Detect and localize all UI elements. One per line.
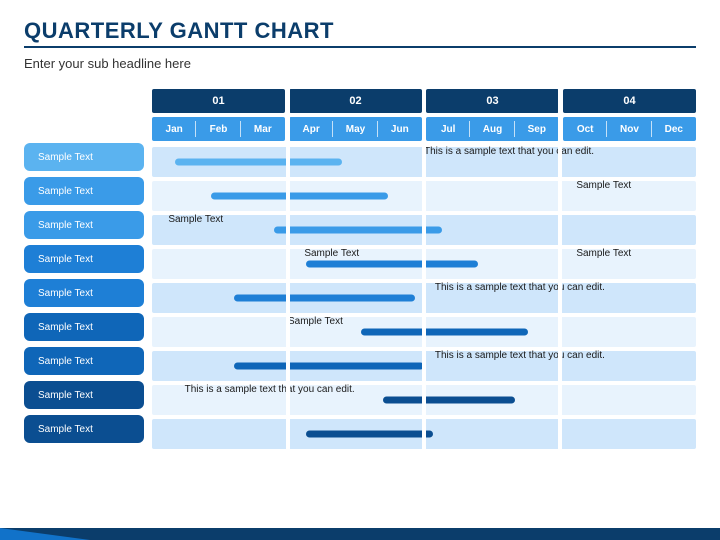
chart-subtitle: Enter your sub headline here: [24, 56, 696, 71]
gantt-annotation: This is a sample text that you can edit.: [424, 146, 594, 157]
gantt-bar: [211, 193, 388, 200]
quarter-header: 02: [289, 89, 422, 113]
gantt-annotation: Sample Text: [288, 316, 343, 327]
gantt-chart: Sample Text Sample Text Sample Text Sample …: [24, 89, 696, 451]
gantt-bar: [234, 363, 424, 370]
gantt-bar: [175, 159, 343, 166]
gantt-annotation: This is a sample text that you can edit.: [435, 282, 605, 293]
gantt-annotation: Sample Text: [168, 214, 223, 225]
month-header: Jan: [152, 117, 196, 141]
quarter-header: 04: [563, 89, 696, 113]
quarter-header: 03: [426, 89, 559, 113]
month-header: Jul: [426, 117, 470, 141]
gantt-annotation: This is a sample text that you can edit.: [435, 350, 605, 361]
month-header: Dec: [652, 117, 696, 141]
month-header: Sep: [515, 117, 559, 141]
gantt-bar: [361, 329, 529, 336]
task-label: Sample Text: [24, 313, 144, 341]
month-header: Aug: [470, 117, 514, 141]
gantt-annotation: Sample Text: [304, 248, 359, 259]
title-underline: [24, 46, 696, 48]
task-label: Sample Text: [24, 177, 144, 205]
gantt-annotation: This is a sample text that you can edit.: [185, 384, 355, 395]
chart-title: QUARTERLY GANTT CHART: [24, 18, 696, 44]
gantt-bar: [234, 295, 415, 302]
month-header: Nov: [607, 117, 651, 141]
gantt-annotation: Sample Text: [576, 180, 631, 191]
gantt-bar: [274, 227, 442, 234]
month-header: Feb: [196, 117, 240, 141]
gantt-bar: [306, 261, 478, 268]
task-label: Sample Text: [24, 381, 144, 409]
task-label: Sample Text: [24, 279, 144, 307]
month-header: Oct: [563, 117, 607, 141]
task-label: Sample Text: [24, 347, 144, 375]
footer-bar: [0, 528, 720, 540]
month-header: Mar: [241, 117, 285, 141]
task-label: Sample Text: [24, 211, 144, 239]
task-label: Sample Text: [24, 415, 144, 443]
gantt-bar: [383, 397, 514, 404]
month-header: Apr: [289, 117, 333, 141]
month-header: Jun: [378, 117, 422, 141]
month-header: May: [333, 117, 377, 141]
gantt-annotation: Sample Text: [576, 248, 631, 259]
footer-accent: [0, 528, 90, 540]
gantt-bar: [306, 431, 433, 438]
task-label: Sample Text: [24, 245, 144, 273]
task-label: Sample Text: [24, 143, 144, 171]
quarter-header: 01: [152, 89, 285, 113]
